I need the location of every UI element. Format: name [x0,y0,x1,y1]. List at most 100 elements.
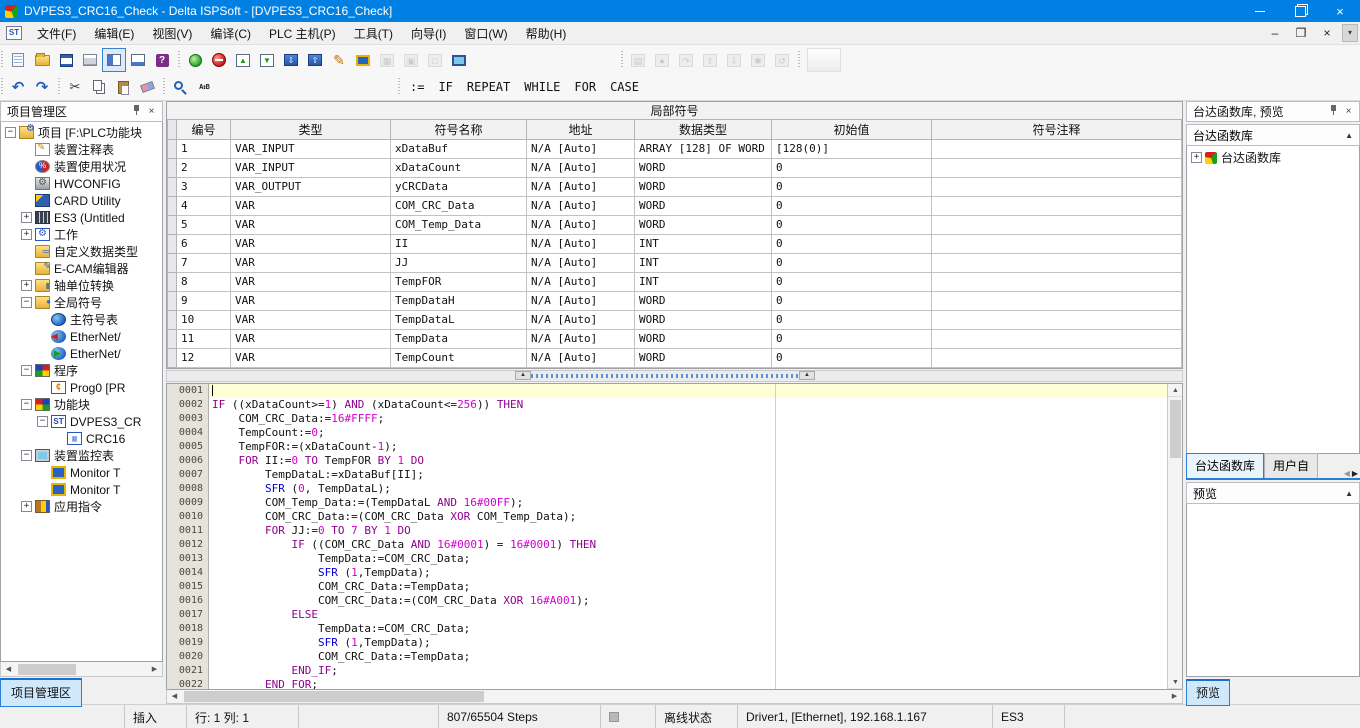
table-cell[interactable]: TempData [391,329,527,348]
table-cell[interactable]: 9 [177,291,231,310]
table-cell[interactable]: [128(0)] [772,139,932,158]
table-cell[interactable]: N/A [Auto] [527,177,635,196]
scroll-thumb[interactable] [1170,400,1181,458]
online-monitor-button[interactable] [351,48,375,72]
table-cell[interactable]: N/A [Auto] [527,329,635,348]
code-line[interactable]: 0001 [167,384,1167,398]
code-line[interactable]: 0002IF ((xDataCount>=1) AND (xDataCount<… [167,398,1167,412]
simulator-run-button[interactable] [183,48,207,72]
collapse-up-icon[interactable]: ▲ [799,371,815,380]
close-panel-icon[interactable]: × [144,106,159,117]
row-selector[interactable] [168,215,177,234]
collapse-icon[interactable]: ▲ [1345,131,1353,140]
collapse-icon[interactable]: − [37,416,48,427]
pin-icon[interactable] [1326,105,1341,118]
code-line[interactable]: 0009 COM_Temp_Data:=(TempDataL AND 16#00… [167,496,1167,510]
pin-icon[interactable] [129,105,144,118]
table-cell[interactable]: VAR [231,291,391,310]
editor-vscrollbar[interactable]: ▲ ▼ [1167,384,1182,690]
table-cell[interactable]: 0 [772,329,932,348]
new-file-button[interactable] [6,48,30,72]
menu-item[interactable]: 编译(C) [201,22,260,45]
tree-item[interactable]: 自定义数据类型 [1,243,162,260]
table-cell[interactable]: VAR [231,196,391,215]
table-cell[interactable] [932,253,1182,272]
table-cell[interactable]: 8 [177,272,231,291]
row-selector[interactable] [168,196,177,215]
row-selector[interactable] [168,253,177,272]
column-header[interactable]: 地址 [527,120,635,139]
table-cell[interactable] [932,158,1182,177]
column-header[interactable]: 初始值 [772,120,932,139]
st-snippet-button[interactable]: REPEAT [460,78,517,96]
download-button[interactable]: ⇩ [279,48,303,72]
project-view-button[interactable] [102,48,126,72]
table-cell[interactable]: 4 [177,196,231,215]
table-cell[interactable]: VAR [231,234,391,253]
table-cell[interactable] [932,348,1182,367]
code-line[interactable]: 0018 TempData:=COM_CRC_Data; [167,622,1167,636]
row-selector[interactable] [168,139,177,158]
menu-item[interactable]: 向导(I) [402,22,455,45]
replace-button[interactable]: A↕B [192,75,216,99]
save-button[interactable] [54,48,78,72]
collapse-icon[interactable]: − [5,127,16,138]
undo-button[interactable]: ↶ [6,75,30,99]
tab-delta-library[interactable]: 台达函数库 [1186,453,1264,478]
edit-mode-button[interactable]: ✎ [327,48,351,72]
tree-item[interactable]: 主符号表 [1,311,162,328]
table-cell[interactable]: VAR [231,253,391,272]
library-root-item[interactable]: + 台达函数库 [1187,149,1359,166]
collapse-icon[interactable]: − [21,297,32,308]
collapse-up-icon[interactable]: ▲ [515,371,531,380]
expand-icon[interactable]: + [21,280,32,291]
table-cell[interactable]: JJ [391,253,527,272]
tab-scroll-left-icon[interactable]: ◀ [1344,469,1350,478]
cut-button[interactable]: ✂ [63,75,87,99]
table-cell[interactable]: 6 [177,234,231,253]
table-cell[interactable]: WORD [635,158,772,177]
scroll-thumb[interactable] [18,664,76,675]
tab-scroll-right-icon[interactable]: ▶ [1352,469,1358,478]
tree-item[interactable]: CARD Utility [1,192,162,209]
table-cell[interactable]: WORD [635,177,772,196]
expand-icon[interactable]: + [21,212,32,223]
menu-item[interactable]: 帮助(H) [517,22,576,45]
code-line[interactable]: 0008 SFR (0, TempDataL); [167,482,1167,496]
row-selector[interactable] [168,310,177,329]
table-cell[interactable] [932,234,1182,253]
column-header[interactable]: 符号注释 [932,120,1182,139]
table-cell[interactable]: COM_Temp_Data [391,215,527,234]
code-line[interactable]: 0013 TempData:=COM_CRC_Data; [167,552,1167,566]
table-cell[interactable]: WORD [635,329,772,348]
tree-item[interactable]: EtherNet/ [1,328,162,345]
table-cell[interactable]: 10 [177,310,231,329]
table-cell[interactable]: 0 [772,215,932,234]
tree-item[interactable]: +工作 [1,226,162,243]
collapse-icon[interactable]: ▲ [1345,489,1353,498]
tree-item[interactable]: +ES3 (Untitled [1,209,162,226]
erase-button[interactable] [135,75,159,99]
table-cell[interactable]: 0 [772,310,932,329]
restore-button[interactable] [1280,0,1320,22]
table-cell[interactable]: N/A [Auto] [527,348,635,367]
table-cell[interactable]: WORD [635,310,772,329]
table-cell[interactable]: 1 [177,139,231,158]
code-line[interactable]: 0003 COM_CRC_Data:=16#FFFF; [167,412,1167,426]
table-cell[interactable]: ARRAY [128] OF WORD [635,139,772,158]
code-line[interactable]: 0022 END_FOR; [167,678,1167,690]
table-cell[interactable]: VAR_INPUT [231,158,391,177]
compile-all-button[interactable]: ▼ [255,48,279,72]
pou-monitor-button[interactable] [447,48,471,72]
print-button[interactable] [78,48,102,72]
tab-project-area[interactable]: 项目管理区 [0,678,82,707]
st-snippet-button[interactable]: WHILE [517,78,567,96]
table-cell[interactable]: WORD [635,215,772,234]
table-cell[interactable]: VAR [231,272,391,291]
row-selector[interactable] [168,177,177,196]
code-line[interactable]: 0006 FOR II:=0 TO TempFOR BY 1 DO [167,454,1167,468]
code-line[interactable]: 0019 SFR (1,TempData); [167,636,1167,650]
table-cell[interactable] [932,329,1182,348]
table-cell[interactable]: N/A [Auto] [527,253,635,272]
table-cell[interactable]: TempFOR [391,272,527,291]
